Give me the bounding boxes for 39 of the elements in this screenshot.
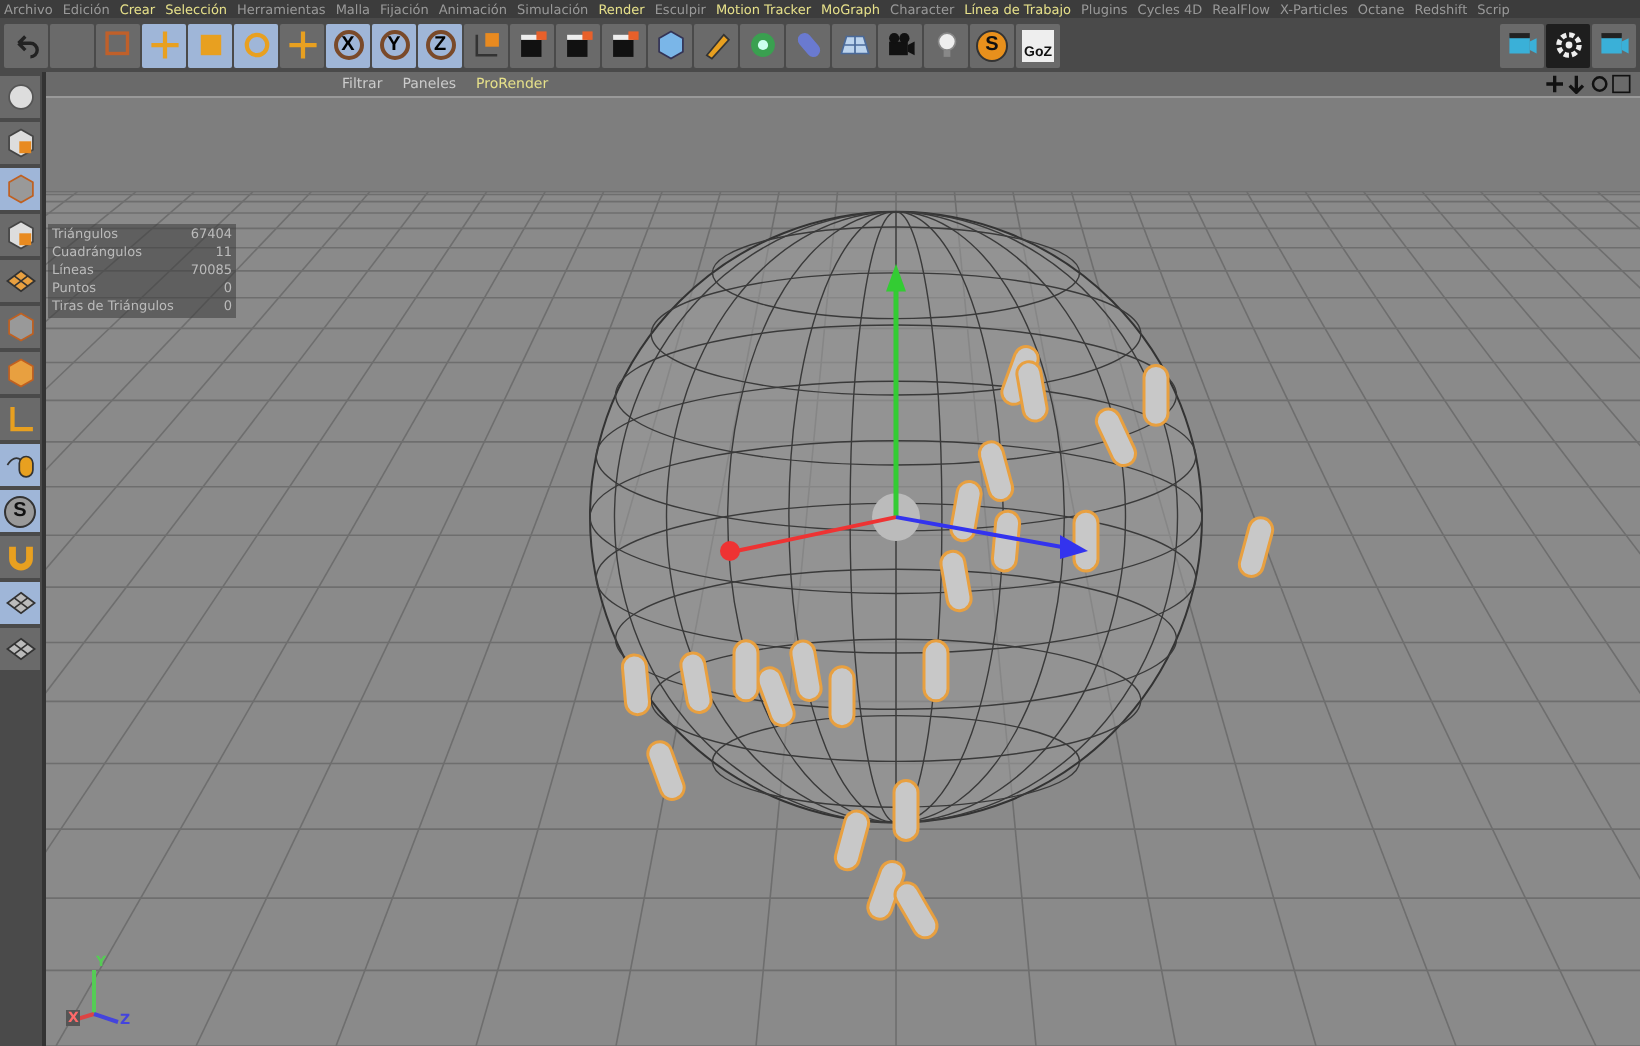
- toolbar-button[interactable]: [602, 23, 646, 67]
- settings-icon: [1551, 28, 1585, 62]
- tool-button[interactable]: S: [0, 490, 40, 532]
- tool-button[interactable]: [0, 628, 40, 670]
- toolbar-button[interactable]: [1592, 23, 1636, 67]
- tool-button[interactable]: [0, 76, 40, 118]
- navigation-icons[interactable]: [1544, 74, 1632, 94]
- sphere-icon: [3, 80, 37, 114]
- toolbar-button[interactable]: [832, 23, 876, 67]
- cube-icon: [653, 28, 687, 62]
- film-icon: [561, 28, 595, 62]
- grid-icon: [3, 632, 37, 666]
- cube-icon: [3, 172, 37, 206]
- film-icon: [607, 28, 641, 62]
- tool-button[interactable]: [0, 444, 40, 486]
- toolbar-button[interactable]: [740, 23, 784, 67]
- cube-icon: [3, 356, 37, 390]
- film-icon: [515, 28, 549, 62]
- tool-button[interactable]: [0, 214, 40, 256]
- toolbar-button[interactable]: [1546, 23, 1590, 67]
- toolbar-button[interactable]: [556, 23, 600, 67]
- rotate-icon: [239, 28, 273, 62]
- tool-button[interactable]: [0, 122, 40, 164]
- checker-cube-icon: [3, 218, 37, 252]
- toolbar-button[interactable]: Y: [372, 23, 416, 67]
- toolbar-button[interactable]: X: [326, 23, 370, 67]
- checker-cube-icon: [3, 126, 37, 160]
- toolbar-button[interactable]: Z: [418, 23, 462, 67]
- grid-icon: [3, 264, 37, 298]
- plus-icon: [285, 28, 319, 62]
- toolbar-button[interactable]: [510, 23, 554, 67]
- toolbar-button[interactable]: [1500, 23, 1544, 67]
- toolbar-button[interactable]: [694, 23, 738, 67]
- toolbar-button[interactable]: [924, 23, 968, 67]
- cube-icon: [3, 310, 37, 344]
- toolbar-button[interactable]: S: [970, 23, 1014, 67]
- move-icon: [147, 28, 181, 62]
- tool-button[interactable]: [0, 582, 40, 624]
- tool-button[interactable]: [0, 260, 40, 302]
